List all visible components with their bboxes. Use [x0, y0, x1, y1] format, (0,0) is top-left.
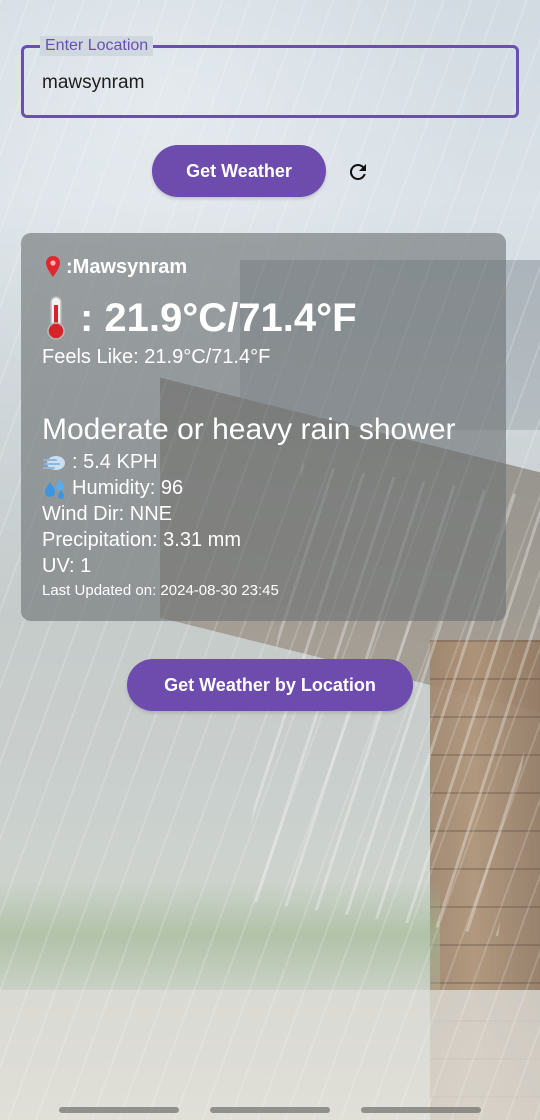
wind-row: : 5.4 KPH	[42, 451, 158, 474]
get-weather-by-location-button[interactable]: Get Weather by Location	[127, 659, 413, 711]
location-field-label: Enter Location	[40, 36, 154, 56]
nav-back-button[interactable]	[361, 1107, 481, 1113]
pin-icon	[46, 256, 60, 277]
precipitation: Precipitation: 3.31 mm	[42, 529, 241, 551]
location-prefix: :	[66, 255, 73, 278]
location-input[interactable]	[42, 68, 482, 98]
wind-speed: : 5.4 KPH	[72, 451, 158, 473]
location-field[interactable]: Enter Location	[21, 36, 519, 118]
temperature-value: : 21.9°C/71.4°F	[80, 295, 357, 340]
humidity-value: Humidity: 96	[72, 477, 184, 499]
get-weather-button[interactable]: Get Weather	[152, 145, 326, 197]
last-updated: Last Updated on: 2024-08-30 23:45	[42, 582, 279, 599]
wind-icon	[43, 455, 65, 470]
feels-like: Feels Like: 21.9°C/71.4°F	[42, 346, 271, 368]
location-row: : Mawsynram	[42, 255, 187, 279]
location-name: Mawsynram	[72, 255, 188, 278]
condition-text: Moderate or heavy rain shower	[42, 413, 456, 446]
weather-card: : Mawsynram : 21.9°C/71.4°F Feels Like: …	[21, 233, 506, 621]
nav-recents-button[interactable]	[59, 1107, 179, 1113]
wind-direction: Wind Dir: NNE	[42, 503, 173, 525]
refresh-icon[interactable]	[344, 158, 372, 186]
humidity-row: Humidity: 96	[42, 477, 183, 500]
droplets-icon	[45, 478, 64, 499]
system-nav-bar	[0, 1104, 540, 1120]
temperature-row: : 21.9°C/71.4°F	[42, 295, 357, 341]
uv-index: UV: 1	[42, 555, 92, 577]
thermometer-icon	[47, 296, 65, 340]
nav-home-button[interactable]	[210, 1107, 330, 1113]
